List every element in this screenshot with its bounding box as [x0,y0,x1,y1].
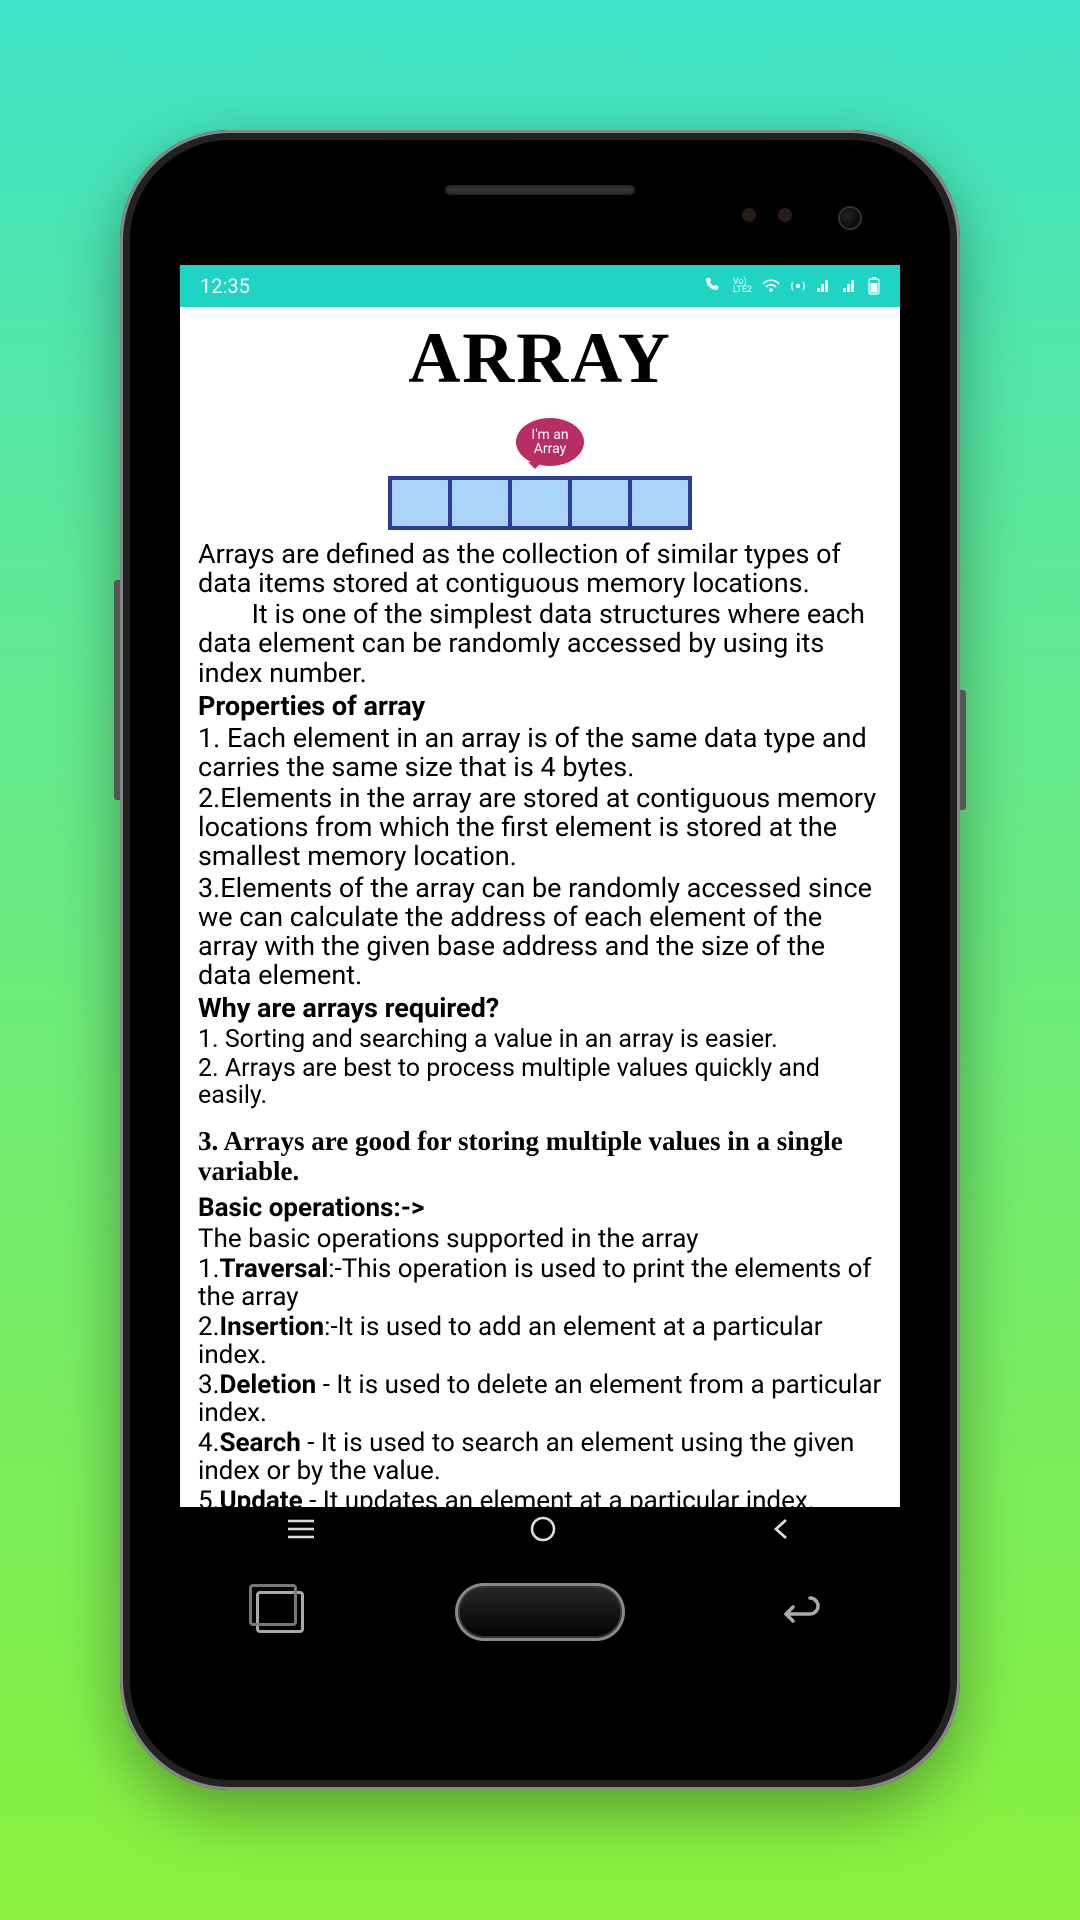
array-cell [572,480,632,526]
lte-text: Vo) LTE2 [733,278,752,294]
volte-call-icon [703,278,723,294]
hw-back-button[interactable] [776,1592,824,1632]
why-heading: Why are arrays required? [198,992,882,1024]
status-time: 12:35 [200,274,250,298]
article-content[interactable]: ARRAY I'm an Array Arrays are defined as… [180,307,900,1507]
intro-paragraph-1: Arrays are defined as the collection of … [198,540,882,598]
operation-item: 4.Search - It is used to search an eleme… [198,1429,882,1485]
properties-heading: Properties of array [198,690,882,722]
array-cell [632,480,688,526]
property-item: 1. Each element in an array is of the sa… [198,724,882,782]
power-button[interactable] [960,690,966,810]
nav-home-icon[interactable] [529,1515,557,1547]
operations-intro: The basic operations supported in the ar… [198,1225,882,1253]
hw-home-button[interactable] [455,1583,625,1641]
array-boxes [388,476,692,530]
front-camera [840,208,860,228]
wifi-icon [762,279,780,293]
array-cell [452,480,512,526]
operation-item: 1.Traversal:-This operation is used to p… [198,1255,882,1311]
array-cell [392,480,452,526]
signal-icon [816,279,832,293]
why-item: 2. Arrays are best to process multiple v… [198,1055,882,1109]
nav-back-icon[interactable] [770,1517,794,1545]
array-illustration: I'm an Array [198,418,882,530]
phone-speaker [445,185,635,195]
phone-frame: 12:35 Vo) LTE2 [120,130,960,1790]
operations-heading: Basic operations:-> [198,1193,882,1223]
operation-item: 3.Deletion - It is used to delete an ele… [198,1371,882,1427]
intro-paragraph-2: It is one of the simplest data structure… [198,600,882,687]
array-cell [512,480,572,526]
battery-icon [868,277,880,295]
status-icons: Vo) LTE2 [703,277,880,295]
signal-icon-2 [842,279,858,293]
nav-recent-icon[interactable] [286,1517,316,1545]
screen: 12:35 Vo) LTE2 [180,265,900,1555]
sensor-dot [742,208,756,222]
why-item-bold: 3. Arrays are good for storing multiple … [198,1127,882,1186]
property-item: 3.Elements of the array can be randomly … [198,874,882,991]
property-item: 2.Elements in the array are stored at co… [198,784,882,871]
sensor-dot [778,208,792,222]
hw-recent-button[interactable] [256,1591,304,1633]
operation-item: 5.Update - It updates an element at a pa… [198,1487,882,1507]
volume-button[interactable] [114,580,120,800]
hotspot-icon [790,278,806,294]
gradient-background: 12:35 Vo) LTE2 [0,0,1080,1920]
status-bar: 12:35 Vo) LTE2 [180,265,900,307]
speech-bubble: I'm an Array [516,418,584,466]
sensor-cluster [742,208,792,222]
operation-item: 2.Insertion:-It is used to add an elemen… [198,1313,882,1369]
page-title: ARRAY [198,317,882,400]
android-nav-bar [180,1507,900,1555]
hardware-buttons [180,1583,900,1641]
why-item: 1. Sorting and searching a value in an a… [198,1026,882,1053]
